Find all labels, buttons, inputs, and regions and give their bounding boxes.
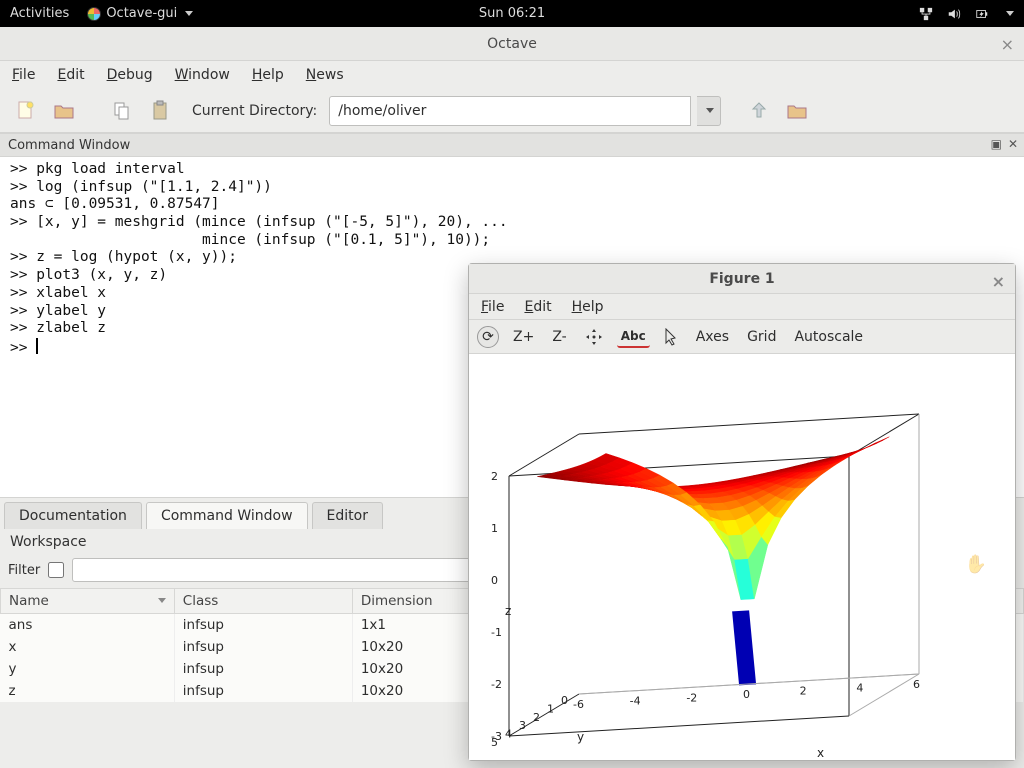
octave-toolbar: Current Directory: /home/oliver — [0, 89, 1024, 133]
window-close-button[interactable]: × — [1001, 35, 1014, 54]
svg-text:5: 5 — [491, 736, 498, 749]
menu-help[interactable]: Help — [252, 67, 284, 83]
figure-menubar: File Edit Help — [469, 294, 1015, 320]
ws-col-name[interactable]: Name — [1, 589, 175, 614]
filter-label: Filter — [8, 563, 40, 578]
svg-text:1: 1 — [547, 702, 554, 715]
rotate3d-button[interactable]: ⟳ — [477, 326, 499, 348]
new-script-button[interactable] — [10, 95, 42, 127]
svg-text:6: 6 — [913, 678, 920, 691]
chevron-down-icon — [185, 11, 193, 16]
activities-button[interactable]: Activities — [10, 6, 69, 21]
figure-toolbar: ⟳ Z+ Z- Abc Axes Grid Autoscale — [469, 320, 1015, 354]
pane-undock-icon[interactable]: ▣ — [991, 137, 1002, 151]
current-directory-dropdown[interactable] — [697, 96, 721, 126]
gnome-topbar: Activities Octave-gui Sun 06:21 — [0, 0, 1024, 27]
figure-menu-file[interactable]: File — [481, 299, 504, 315]
parent-folder-button[interactable] — [743, 95, 775, 127]
window-title: Octave — [487, 36, 537, 52]
svg-text:2: 2 — [533, 711, 540, 724]
svg-text:4: 4 — [856, 681, 863, 694]
figure-titlebar[interactable]: Figure 1 × — [469, 264, 1015, 294]
open-folder-button[interactable] — [48, 95, 80, 127]
system-menu-chevron-icon[interactable] — [1006, 11, 1014, 16]
network-icon[interactable] — [919, 7, 933, 21]
octave-titlebar: Octave × — [0, 27, 1024, 61]
menu-debug[interactable]: Debug — [107, 67, 153, 83]
tab-command-window[interactable]: Command Window — [146, 502, 308, 529]
command-window-pane-title: Command Window ▣ ✕ — [0, 133, 1024, 157]
svg-text:2: 2 — [800, 685, 807, 698]
svg-text:-2: -2 — [686, 691, 697, 704]
pan-button[interactable] — [581, 325, 607, 349]
battery-icon[interactable] — [975, 7, 989, 21]
pane-close-icon[interactable]: ✕ — [1008, 137, 1018, 151]
figure-window[interactable]: Figure 1 × File Edit Help ⟳ Z+ Z- Abc Ax… — [468, 263, 1016, 761]
menu-news[interactable]: News — [306, 67, 344, 83]
browse-folder-button[interactable] — [781, 95, 813, 127]
copy-button[interactable] — [106, 95, 138, 127]
filter-checkbox[interactable] — [48, 562, 64, 578]
y-axis-label: y — [577, 730, 584, 744]
svg-text:0: 0 — [561, 694, 568, 707]
svg-text:-6: -6 — [573, 698, 584, 711]
svg-text:-4: -4 — [630, 695, 641, 708]
insert-text-button[interactable]: Abc — [617, 326, 650, 348]
svg-text:4: 4 — [505, 728, 512, 741]
toggle-grid-button[interactable]: Grid — [743, 326, 780, 348]
zoom-out-button[interactable]: Z- — [548, 326, 570, 348]
x-axis-label: x — [817, 746, 824, 760]
menu-file[interactable]: File — [12, 67, 35, 83]
figure-canvas[interactable]: -3-2-1012012345-6-4-20246 z y x ✋ — [469, 354, 1015, 760]
current-directory-label: Current Directory: — [192, 103, 317, 119]
pan-cursor-icon: ✋ — [965, 554, 987, 575]
volume-icon[interactable] — [947, 7, 961, 21]
octave-icon — [87, 7, 101, 21]
tab-editor[interactable]: Editor — [312, 502, 383, 529]
figure-menu-help[interactable]: Help — [572, 299, 604, 315]
select-arrow-button[interactable] — [660, 325, 682, 349]
current-directory-input[interactable]: /home/oliver — [329, 96, 691, 126]
svg-text:0: 0 — [491, 574, 498, 587]
toggle-axes-button[interactable]: Axes — [692, 326, 733, 348]
zoom-in-button[interactable]: Z+ — [509, 326, 538, 348]
svg-text:-1: -1 — [491, 626, 502, 639]
octave-menubar: File Edit Debug Window Help News — [0, 61, 1024, 89]
figure-close-button[interactable]: × — [992, 272, 1005, 291]
svg-text:-2: -2 — [491, 678, 502, 691]
menu-edit[interactable]: Edit — [57, 67, 84, 83]
autoscale-button[interactable]: Autoscale — [790, 326, 867, 348]
clock[interactable]: Sun 06:21 — [479, 6, 545, 21]
svg-text:2: 2 — [491, 470, 498, 483]
svg-text:3: 3 — [519, 719, 526, 732]
z-axis-label: z — [505, 604, 511, 618]
ws-col-class[interactable]: Class — [174, 589, 352, 614]
svg-text:1: 1 — [491, 522, 498, 535]
figure-title: Figure 1 — [709, 271, 774, 287]
plot3d-surface: -3-2-1012012345-6-4-20246 — [469, 354, 1015, 760]
app-menu[interactable]: Octave-gui — [87, 6, 193, 21]
tab-documentation[interactable]: Documentation — [4, 502, 142, 529]
menu-window[interactable]: Window — [175, 67, 230, 83]
paste-button[interactable] — [144, 95, 176, 127]
figure-menu-edit[interactable]: Edit — [524, 299, 551, 315]
svg-text:0: 0 — [743, 688, 750, 701]
